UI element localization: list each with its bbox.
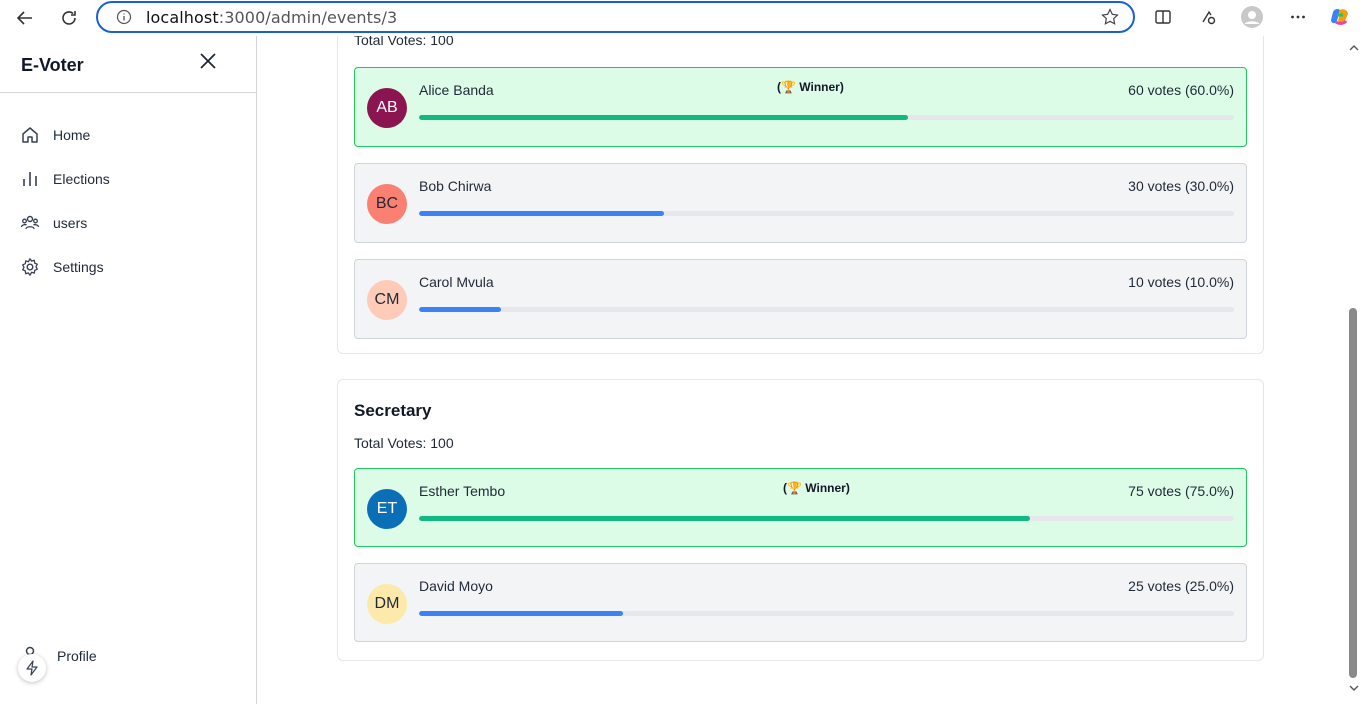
avatar-initials: CM xyxy=(374,291,400,308)
avatar-initials: ET xyxy=(376,500,398,517)
candidate-avatar: CM xyxy=(367,280,407,320)
vote-progress-fill xyxy=(419,611,623,616)
gear-icon xyxy=(22,258,38,276)
candidate-votes: 60 votes (60.0%) xyxy=(1128,82,1234,98)
url-path: :3000/admin/events/3 xyxy=(218,8,398,27)
url-text[interactable]: localhost:3000/admin/events/3 xyxy=(146,8,397,27)
scroll-up-icon[interactable] xyxy=(1349,44,1359,52)
winner-badge: (🏆 Winner) xyxy=(783,481,850,495)
close-icon[interactable] xyxy=(198,51,218,71)
vote-progress-track xyxy=(419,115,1234,120)
reload-icon[interactable] xyxy=(57,6,81,30)
candidate-row: CM Carol Mvula 10 votes (10.0%) xyxy=(354,259,1247,339)
avatar-initials: AB xyxy=(376,99,398,116)
vote-progress-fill xyxy=(419,211,664,216)
lightning-icon xyxy=(26,660,38,676)
position-title: Secretary xyxy=(354,401,432,420)
vote-progress-track xyxy=(419,516,1234,521)
more-menu-icon[interactable] xyxy=(1287,6,1309,28)
sidebar-item-label: Home xyxy=(53,127,91,143)
split-screen-icon[interactable] xyxy=(1152,6,1174,28)
candidate-row: DM David Moyo 25 votes (25.0%) xyxy=(354,563,1247,642)
info-icon[interactable] xyxy=(116,9,132,25)
profile-label: Profile xyxy=(57,648,97,664)
candidate-votes: 10 votes (10.0%) xyxy=(1128,274,1234,290)
candidate-votes: 30 votes (30.0%) xyxy=(1128,178,1234,194)
candidate-name: Esther Tembo xyxy=(419,483,506,499)
vote-progress-track xyxy=(419,211,1234,216)
main-content: Total Votes: 100 AB Alice Banda (🏆 Winne… xyxy=(258,36,1345,704)
scrollbar-thumb[interactable] xyxy=(1349,308,1357,678)
browser-toolbar: localhost:3000/admin/events/3 xyxy=(0,0,1363,36)
favorite-star-icon[interactable] xyxy=(1101,8,1119,26)
quick-action-button[interactable] xyxy=(18,654,46,682)
candidate-avatar: DM xyxy=(367,584,407,624)
candidate-name: Bob Chirwa xyxy=(419,178,492,194)
vote-progress-track xyxy=(419,611,1234,616)
copilot-icon[interactable] xyxy=(1329,6,1351,28)
total-votes: Total Votes: 100 xyxy=(354,36,454,48)
extensions-icon[interactable] xyxy=(1197,6,1219,28)
candidate-name: Carol Mvula xyxy=(419,274,494,290)
candidate-votes: 75 votes (75.0%) xyxy=(1128,483,1234,499)
avatar-initials: BC xyxy=(375,195,399,212)
home-icon xyxy=(22,127,38,143)
sidebar: E-Voter Home Elections users Settings Pr… xyxy=(0,36,257,704)
candidate-name: Alice Banda xyxy=(419,82,494,98)
candidate-votes: 25 votes (25.0%) xyxy=(1128,578,1234,594)
candidate-row: BC Bob Chirwa 30 votes (30.0%) xyxy=(354,163,1247,243)
vote-progress-fill xyxy=(419,307,501,312)
users-icon xyxy=(20,215,40,230)
position-card: Secretary Total Votes: 100 ET Esther Tem… xyxy=(337,379,1264,661)
sidebar-item-elections[interactable]: Elections xyxy=(20,167,110,191)
sidebar-item-label: users xyxy=(53,215,88,231)
candidate-row: ET Esther Tembo (🏆 Winner) 75 votes (75.… xyxy=(354,468,1247,547)
position-card: Total Votes: 100 AB Alice Banda (🏆 Winne… xyxy=(337,36,1264,354)
sidebar-item-settings[interactable]: Settings xyxy=(20,255,104,279)
sidebar-header: E-Voter xyxy=(0,36,256,93)
sidebar-item-label: Settings xyxy=(53,259,104,275)
candidate-row: AB Alice Banda (🏆 Winner) 60 votes (60.0… xyxy=(354,67,1247,147)
vote-progress-fill xyxy=(419,516,1031,521)
total-votes: Total Votes: 100 xyxy=(354,435,454,451)
sidebar-item-home[interactable]: Home xyxy=(20,123,90,147)
scrollbar[interactable] xyxy=(1345,36,1363,704)
sidebar-item-users[interactable]: users xyxy=(20,211,87,235)
app-brand: E-Voter xyxy=(21,55,84,75)
scroll-down-icon[interactable] xyxy=(1349,684,1359,692)
vote-progress-track xyxy=(419,307,1234,312)
sidebar-item-label: Elections xyxy=(53,171,110,187)
candidate-avatar: AB xyxy=(367,88,407,128)
candidate-name: David Moyo xyxy=(419,578,493,594)
winner-badge: (🏆 Winner) xyxy=(777,80,844,94)
bar-chart-icon xyxy=(23,172,37,186)
avatar-initials: DM xyxy=(374,595,400,612)
profile-avatar-icon[interactable] xyxy=(1241,6,1263,28)
address-bar[interactable]: localhost:3000/admin/events/3 xyxy=(96,1,1135,33)
candidate-avatar: ET xyxy=(367,489,407,529)
back-arrow-icon[interactable] xyxy=(13,6,37,30)
candidate-avatar: BC xyxy=(367,184,407,224)
vote-progress-fill xyxy=(419,115,908,120)
url-host: localhost xyxy=(146,8,219,27)
